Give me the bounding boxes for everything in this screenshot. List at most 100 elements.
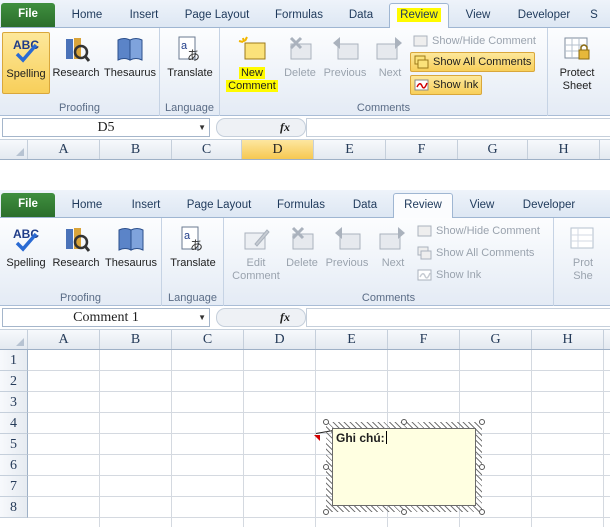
name-box-dropdown-icon[interactable]: ▼ xyxy=(198,309,206,326)
insert-function-icon[interactable]: fx xyxy=(280,119,290,136)
edit-comment-button[interactable]: Edit Comment xyxy=(228,222,284,286)
show-ink-button[interactable]: Show Ink xyxy=(410,75,483,95)
tab-review[interactable]: Review xyxy=(393,193,453,218)
column-header-e[interactable]: E xyxy=(314,140,386,159)
protect-sheet-lock-icon xyxy=(564,37,590,60)
tab-formulas[interactable]: Formulas xyxy=(264,194,338,217)
row-header-2[interactable]: 2 xyxy=(0,371,28,392)
show-ink-button[interactable]: Show Ink xyxy=(414,266,484,286)
column-header-d[interactable]: D xyxy=(244,330,316,349)
tab-view[interactable]: View xyxy=(450,4,506,27)
row-header-4[interactable]: 4 xyxy=(0,413,28,434)
name-box-dropdown-icon[interactable]: ▼ xyxy=(198,119,206,136)
thesaurus-button[interactable]: Thesaurus xyxy=(102,32,158,94)
column-header-b[interactable]: B xyxy=(100,330,172,349)
spelling-button[interactable]: ABC Spelling xyxy=(2,32,50,94)
row-header-3[interactable]: 3 xyxy=(0,392,28,413)
column-header-h[interactable]: H xyxy=(532,330,604,349)
insert-function-icon[interactable]: fx xyxy=(280,309,290,326)
select-all-corner[interactable] xyxy=(0,330,28,349)
column-header-b[interactable]: B xyxy=(100,140,172,159)
show-all-comments-icon xyxy=(417,246,432,260)
resize-handle-top[interactable] xyxy=(401,419,407,425)
show-all-comments-icon xyxy=(414,55,429,69)
column-header-c[interactable]: C xyxy=(172,140,242,159)
comment-text: Ghi chú: xyxy=(336,431,385,445)
show-hide-comment-button[interactable]: Show/Hide Comment xyxy=(410,32,539,52)
comments-group-label: Comments xyxy=(356,102,411,114)
formula-input[interactable] xyxy=(306,308,610,327)
next-comment-button[interactable]: Next xyxy=(372,222,414,284)
protect-sheet-button[interactable]: Prot She xyxy=(558,222,608,284)
tab-formulas[interactable]: Formulas xyxy=(262,4,336,27)
research-button[interactable]: Research xyxy=(51,32,101,94)
resize-handle-left[interactable] xyxy=(323,464,329,470)
column-header-h[interactable]: H xyxy=(528,140,600,159)
formula-controls: fx xyxy=(216,308,306,327)
comment-box[interactable]: Ghi chú: xyxy=(332,428,476,506)
delete-x-icon xyxy=(289,36,312,60)
show-all-comments-button[interactable]: Show All Comments xyxy=(414,244,537,264)
spelling-button[interactable]: ABC Spelling xyxy=(2,222,50,284)
column-header-a[interactable]: A xyxy=(28,330,100,349)
tab-insert[interactable]: Insert xyxy=(118,194,174,217)
column-header-g[interactable]: G xyxy=(458,140,528,159)
select-all-corner[interactable] xyxy=(0,140,28,159)
research-button[interactable]: Research xyxy=(51,222,101,284)
column-header-c[interactable]: C xyxy=(172,330,244,349)
row-header-7[interactable]: 7 xyxy=(0,476,28,497)
tab-home[interactable]: Home xyxy=(58,4,116,27)
thesaurus-button[interactable]: Thesaurus xyxy=(102,222,160,284)
resize-handle-bottom[interactable] xyxy=(401,509,407,515)
column-header-a[interactable]: A xyxy=(28,140,100,159)
resize-handle-top-right[interactable] xyxy=(479,419,485,425)
column-header-f[interactable]: F xyxy=(388,330,460,349)
previous-comment-button[interactable]: Previous xyxy=(322,222,372,284)
resize-handle-bottom-right[interactable] xyxy=(479,509,485,515)
translate-button[interactable]: あa Translate xyxy=(164,32,216,94)
translate-button[interactable]: あa Translate xyxy=(167,222,219,284)
formula-controls: fx xyxy=(216,118,306,137)
resize-handle-right[interactable] xyxy=(479,464,485,470)
new-comment-button[interactable]: New Comment xyxy=(224,32,280,96)
tab-view[interactable]: View xyxy=(454,194,510,217)
delete-comment-button[interactable]: Delete xyxy=(282,222,322,284)
proofing-group: ABC Spelling Research Thesaurus Proofing xyxy=(0,218,162,306)
row-header-5[interactable]: 5 xyxy=(0,434,28,455)
column-header-e[interactable]: E xyxy=(316,330,388,349)
tab-data[interactable]: Data xyxy=(338,194,392,217)
row-header-8[interactable]: 8 xyxy=(0,497,28,518)
delete-comment-button[interactable]: Delete xyxy=(280,32,320,94)
previous-comment-button[interactable]: Previous xyxy=(320,32,370,94)
show-hide-comment-button[interactable]: Show/Hide Comment xyxy=(414,222,543,242)
next-arrow-icon xyxy=(379,227,405,250)
resize-handle-bottom-left[interactable] xyxy=(323,509,329,515)
row-header-1[interactable]: 1 xyxy=(0,350,28,371)
show-all-comments-button[interactable]: Show All Comments xyxy=(410,52,536,72)
proofing-group: ABC Spelling Research Thesaurus Proofing xyxy=(0,28,160,116)
language-group: あa Translate Language xyxy=(162,218,224,306)
tab-developer[interactable]: Developer xyxy=(506,4,582,27)
row-header-6[interactable]: 6 xyxy=(0,455,28,476)
next-comment-button[interactable]: Next xyxy=(370,32,410,94)
tab-data[interactable]: Data xyxy=(336,4,386,27)
name-box[interactable]: D5 ▼ xyxy=(2,118,210,137)
column-header-d[interactable]: D xyxy=(242,140,314,159)
formula-input[interactable] xyxy=(306,118,610,137)
protect-sheet-button[interactable]: Protect Sheet xyxy=(552,32,602,94)
tab-file[interactable]: File xyxy=(1,193,55,217)
tab-file[interactable]: File xyxy=(1,3,55,27)
tab-overflow[interactable]: S xyxy=(582,4,606,27)
column-header-g[interactable]: G xyxy=(460,330,532,349)
tab-review[interactable]: Review xyxy=(389,3,449,28)
tab-page-layout[interactable]: Page Layout xyxy=(172,4,262,27)
comment-indicator xyxy=(314,435,320,441)
tab-page-layout[interactable]: Page Layout xyxy=(174,194,264,217)
tab-insert[interactable]: Insert xyxy=(116,4,172,27)
tab-home[interactable]: Home xyxy=(58,194,116,217)
column-header-f[interactable]: F xyxy=(386,140,458,159)
name-box[interactable]: Comment 1 ▼ xyxy=(2,308,210,327)
tab-developer[interactable]: Developer xyxy=(510,194,588,217)
resize-handle-top-left[interactable] xyxy=(323,419,329,425)
translate-icon: あa xyxy=(181,226,203,254)
